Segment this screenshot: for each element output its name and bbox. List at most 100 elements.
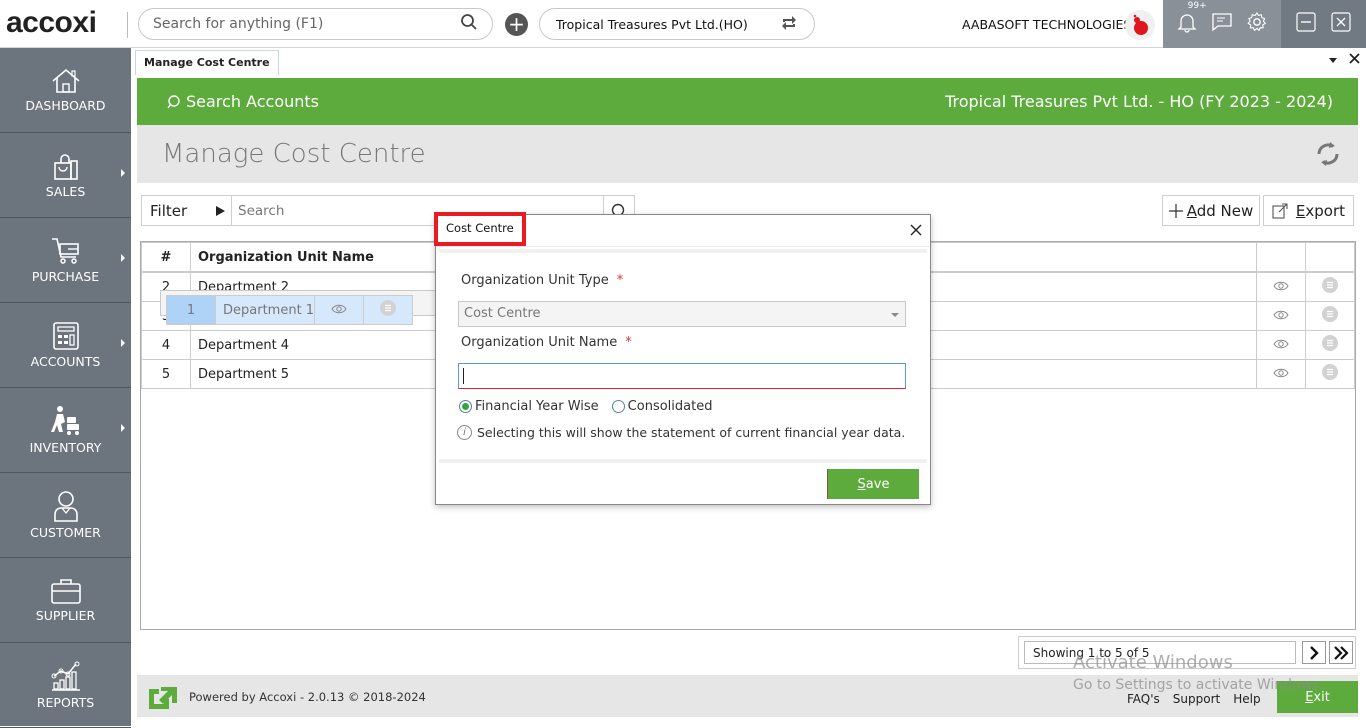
view-button[interactable]	[314, 295, 365, 325]
minimize-icon[interactable]	[1296, 12, 1316, 36]
row-number: 4	[141, 330, 191, 360]
eye-icon	[1273, 339, 1289, 348]
sidebar-item-customer[interactable]: CUSTOMER	[0, 473, 131, 558]
pagination: Showing 1 to 5 of 5	[1018, 636, 1356, 669]
unit-name-input[interactable]	[458, 363, 906, 389]
unit-type-label: Organization Unit Type *	[461, 273, 624, 288]
plus-icon	[1168, 203, 1183, 218]
sidebar-label: REPORTS	[36, 695, 95, 710]
notification-bell-icon[interactable]: 99+	[1176, 1, 1207, 37]
help-link[interactable]: Help	[1233, 692, 1260, 706]
last-page-button[interactable]	[1329, 641, 1353, 664]
organization-menu[interactable]: AABASOFT TECHNOLOGIES	[962, 17, 1142, 32]
customer-icon	[53, 491, 78, 522]
sidebar-item-reports[interactable]: REPORTS	[0, 643, 131, 728]
filter-button[interactable]: Filter	[142, 196, 232, 225]
search-accounts-label: Search Accounts	[186, 92, 319, 111]
footer-links: FAQ's Support Help	[1127, 692, 1261, 706]
window-controls	[1281, 0, 1366, 48]
menu-circle-icon	[1322, 335, 1338, 351]
cost-centre-dialog: Cost Centre Organization Unit Type * Cost…	[434, 212, 931, 505]
required-mark: *	[616, 273, 624, 288]
row-menu-button[interactable]	[1305, 272, 1355, 302]
view-button[interactable]	[1256, 330, 1306, 360]
radio-checked-icon	[459, 400, 472, 413]
menu-circle-icon	[1322, 306, 1338, 322]
close-window-icon[interactable]	[1331, 12, 1351, 36]
unit-name-label: Organization Unit Name *	[461, 335, 632, 350]
view-button[interactable]	[1256, 301, 1306, 331]
search-icon[interactable]	[460, 13, 478, 35]
column-header-number[interactable]: #	[141, 242, 191, 272]
row-menu-button[interactable]	[1305, 330, 1355, 360]
submenu-arrow-icon	[121, 254, 125, 262]
statement-mode-radio-group: Financial Year Wise Consolidated	[459, 399, 712, 414]
dialog-footer: Save	[439, 459, 927, 503]
company-selector[interactable]: Tropical Treasures Pvt Ltd.(HO)	[539, 8, 815, 40]
view-button[interactable]	[1256, 272, 1306, 302]
eye-icon	[1273, 310, 1289, 319]
faq-link[interactable]: FAQ's	[1127, 692, 1160, 706]
global-search-input[interactable]: Search for anything (F1)	[138, 8, 493, 40]
settings-gear-icon[interactable]	[1246, 11, 1268, 37]
tab-manage-cost-centre[interactable]: Manage Cost Centre	[135, 50, 279, 75]
add-new-label: Add New	[1186, 201, 1254, 220]
row-menu-button[interactable]	[1305, 301, 1355, 331]
filter-label: Filter	[150, 201, 188, 220]
play-arrow-icon	[216, 205, 225, 216]
home-icon	[51, 68, 80, 93]
calculator-icon	[52, 322, 79, 350]
menu-circle-icon	[1322, 364, 1338, 380]
unit-type-value: Cost Centre	[464, 306, 541, 321]
sidebar-label: PURCHASE	[31, 269, 100, 284]
refresh-icon[interactable]	[1314, 139, 1342, 173]
submenu-arrow-icon	[121, 169, 125, 177]
save-button[interactable]: Save	[827, 469, 919, 499]
close-icon[interactable]	[910, 221, 922, 240]
tab-strip: Manage Cost Centre	[131, 48, 1366, 75]
sidebar-item-accounts[interactable]: ACCOUNTS	[0, 303, 131, 388]
company-name: Tropical Treasures Pvt Ltd.(HO)	[556, 16, 748, 32]
pagination-status: Showing 1 to 5 of 5	[1024, 641, 1296, 664]
accoxi-logo: accoxi	[6, 6, 97, 39]
radio-financial-year-wise[interactable]: Financial Year Wise	[459, 399, 599, 414]
search-accounts-link[interactable]: Search Accounts	[167, 92, 319, 111]
row-menu-button[interactable]	[1305, 359, 1355, 389]
info-icon: i	[457, 425, 472, 440]
cart-icon	[51, 238, 79, 264]
company-fy-label: Tropical Treasures Pvt Ltd. - HO (FY 202…	[945, 92, 1333, 111]
column-header-view	[1256, 242, 1306, 272]
add-new-button[interactable]: Add New	[1162, 195, 1260, 226]
add-icon[interactable]: +	[505, 13, 528, 36]
chevron-down-icon	[891, 313, 899, 317]
radio-consolidated[interactable]: Consolidated	[611, 399, 712, 414]
row-menu-button[interactable]	[363, 295, 414, 325]
row-unit-name: Department 1	[214, 295, 316, 325]
support-link[interactable]: Support	[1173, 692, 1220, 706]
sidebar: DASHBOARD SALES PURCHASE ACCOUNTS INVENT…	[0, 48, 131, 728]
sidebar-item-dashboard[interactable]: DASHBOARD	[0, 48, 131, 133]
next-page-button[interactable]	[1302, 641, 1326, 664]
eye-icon	[1273, 368, 1289, 377]
unit-type-select[interactable]: Cost Centre	[458, 301, 906, 327]
powered-by: Powered by Accoxi - 2.0.13 © 2018-2024	[147, 685, 426, 709]
switch-company-icon[interactable]	[780, 15, 798, 34]
sidebar-item-inventory[interactable]: INVENTORY	[0, 388, 131, 473]
required-mark: *	[625, 335, 632, 350]
exit-button[interactable]: Exit	[1277, 681, 1358, 713]
close-tab-icon[interactable]	[1349, 52, 1360, 68]
export-button[interactable]: Export	[1263, 195, 1354, 226]
divider	[127, 12, 128, 38]
title-bar: Manage Cost Centre	[137, 125, 1358, 183]
global-search-placeholder: Search for anything (F1)	[153, 16, 324, 32]
sidebar-item-sales[interactable]: SALES	[0, 133, 131, 218]
message-icon[interactable]	[1211, 12, 1233, 36]
sidebar-label: CUSTOMER	[30, 525, 101, 540]
view-button[interactable]	[1256, 359, 1306, 389]
organization-name: AABASOFT TECHNOLOGIES	[962, 17, 1132, 32]
tab-list-dropdown-icon[interactable]	[1329, 57, 1337, 63]
shopping-bag-icon	[53, 154, 78, 180]
user-avatar[interactable]	[1125, 10, 1155, 40]
sidebar-item-supplier[interactable]: SUPPLIER	[0, 558, 131, 643]
sidebar-item-purchase[interactable]: PURCHASE	[0, 218, 131, 303]
